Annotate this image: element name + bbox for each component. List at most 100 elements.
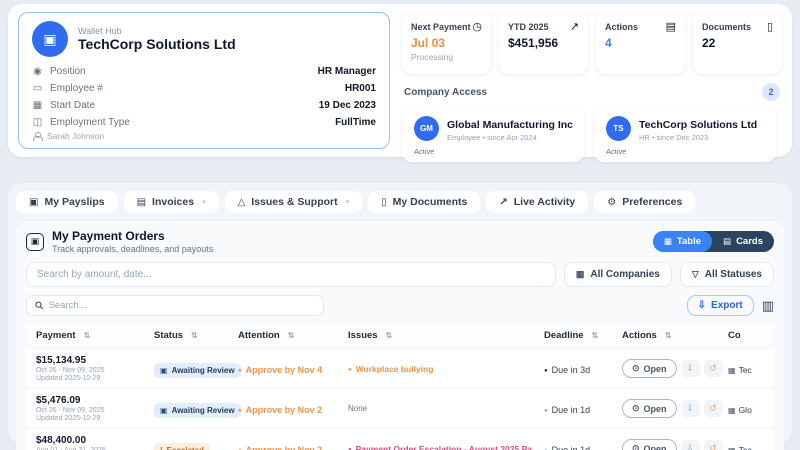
download-row-button[interactable]: ⇩ <box>681 440 700 450</box>
company-avatar: TS <box>606 116 631 141</box>
column-header: Co <box>728 330 764 341</box>
issue-text: Payment Order Escalation - August 2025 P… <box>348 444 544 450</box>
stats-row: Next Payment Jul 03 Processing YTD 2025 … <box>402 12 782 74</box>
attention-text: Approve by Nov 2 <box>238 445 322 450</box>
payment-orders-header: ▣ My Payment Orders Track approvals, dea… <box>26 229 774 254</box>
sort-icon[interactable]: ⇅ <box>386 331 393 340</box>
download-icon: ⇩ <box>686 363 694 374</box>
deadline-text: Due in 3d <box>544 365 590 375</box>
download-icon: ⇩ <box>686 403 694 414</box>
wallet-icon <box>29 197 38 208</box>
stat-label: Actions <box>605 22 638 32</box>
users-icon <box>32 117 43 128</box>
all-companies-filter[interactable]: ▦ All Companies <box>564 262 672 287</box>
table-body: $15,134.95 Oct 26 - Nov 09, 2025 Updated… <box>26 350 774 450</box>
tab-label: My Documents <box>393 196 468 208</box>
sort-icon[interactable]: ⇅ <box>288 331 295 340</box>
cards-view-button[interactable]: ▤ Cards <box>712 231 774 252</box>
table-icon: ▦ <box>664 236 672 247</box>
payment-amount: $5,476.09 <box>36 395 154 406</box>
field-value: FullTime <box>335 117 376 128</box>
sort-icon[interactable]: ⇅ <box>84 331 91 340</box>
payment-amount: $48,400.00 <box>36 435 154 446</box>
company-count-badge: 2 <box>762 83 780 101</box>
table-row[interactable]: $15,134.95 Oct 26 - Nov 09, 2025 Updated… <box>26 350 774 387</box>
column-header: Attention ⇅ <box>238 330 348 341</box>
sort-icon[interactable]: ⇅ <box>191 331 198 340</box>
building-icon: ▦ <box>576 269 585 280</box>
sort-icon[interactable]: ⇅ <box>592 331 599 340</box>
table-row[interactable]: $5,476.09 Oct 26 - Nov 09, 2025 Updated … <box>26 390 774 427</box>
field-label: Employment Type <box>50 117 130 128</box>
column-header: Actions ⇅ <box>622 330 728 341</box>
retry-button[interactable]: ↺ <box>704 400 723 417</box>
stat-label: Documents <box>702 22 751 32</box>
page: Wallet Hub TechCorp Solutions Ltd Positi… <box>0 0 800 450</box>
open-button[interactable]: ⊙ Open <box>622 359 677 378</box>
download-row-button[interactable]: ⇩ <box>681 360 700 377</box>
open-button[interactable]: ⊙ Open <box>622 439 677 450</box>
retry-button[interactable]: ↺ <box>704 440 723 450</box>
warning-icon <box>238 197 246 208</box>
table-header-row: Payment ⇅ Status ⇅ <box>26 324 774 347</box>
download-icon: ⇩ <box>686 443 694 450</box>
eye-icon: ⊙ <box>632 403 640 414</box>
tab-label: Live Activity <box>514 196 575 208</box>
status-badge: Escalated <box>154 443 210 450</box>
table-view-button[interactable]: ▦ Table <box>653 231 712 252</box>
company-chip[interactable]: GM Global Manufacturing Inc Employee • s… <box>402 107 584 162</box>
invoice-icon <box>137 197 146 208</box>
filter-row: ▦ All Companies ▽ All Statuses <box>26 262 774 287</box>
company-chip[interactable]: TS TechCorp Solutions Ltd HR • since Dec… <box>594 107 776 162</box>
table-row[interactable]: $48,400.00 Aug 01 - Aug 31, 2025 Updated… <box>26 430 774 450</box>
all-statuses-filter[interactable]: ▽ All Statuses <box>680 262 774 287</box>
stat-card[interactable]: Actions 4 <box>596 12 685 74</box>
section-title: My Payment Orders <box>52 229 213 243</box>
export-button[interactable]: ⇩ Export <box>687 295 754 316</box>
activity-icon <box>499 197 507 208</box>
filter-icon: ▽ <box>692 269 699 280</box>
stat-card[interactable]: Next Payment Jul 03 Processing <box>402 12 491 74</box>
profile-field-row: Position HR Manager <box>32 63 376 80</box>
amount-date-search-input[interactable] <box>26 262 556 287</box>
payment-period: Oct 26 - Nov 09, 2025 <box>36 407 154 414</box>
tab[interactable]: Live Activity <box>486 191 588 213</box>
field-value: 19 Dec 2023 <box>319 100 376 111</box>
columns-icon[interactable]: ▥ <box>762 298 774 314</box>
eye-icon: ⊙ <box>632 363 640 374</box>
undo-icon: ↺ <box>709 363 717 374</box>
stat-value: 22 <box>702 36 773 50</box>
user-name: Sarah Johnson <box>47 131 104 141</box>
stat-value: Jul 03 <box>411 36 482 50</box>
company-avatar: GM <box>414 116 439 141</box>
profile-titles: Wallet Hub TechCorp Solutions Ltd <box>78 26 236 52</box>
chevron-down-icon: ▾ <box>202 198 206 206</box>
sort-icon[interactable]: ⇅ <box>665 331 672 340</box>
tab-label: Issues & Support <box>251 196 337 208</box>
company-chip-name: Global Manufacturing Inc <box>447 119 573 131</box>
row-company: Tec <box>728 365 752 375</box>
field-value: HR001 <box>345 83 376 94</box>
profile-footer: Sarah Johnson <box>32 131 376 141</box>
column-header: Deadline ⇅ <box>544 330 622 341</box>
table-search-input[interactable] <box>49 300 315 311</box>
overview-right-column: Next Payment Jul 03 Processing YTD 2025 … <box>402 12 782 149</box>
issue-text: Workplace bullying <box>348 364 544 374</box>
table-search[interactable] <box>26 295 324 316</box>
tab[interactable]: My Payslips <box>16 191 118 213</box>
eye-icon: ⊙ <box>632 443 640 450</box>
stat-card[interactable]: YTD 2025 $451,956 <box>499 12 588 74</box>
document-icon <box>381 197 387 208</box>
open-button[interactable]: ⊙ Open <box>622 399 677 418</box>
payment-orders-card: ▣ My Payment Orders Track approvals, dea… <box>16 221 784 450</box>
tab-label: Invoices <box>152 196 194 208</box>
download-row-button[interactable]: ⇩ <box>681 400 700 417</box>
retry-button[interactable]: ↺ <box>704 360 723 377</box>
company-chip-name: TechCorp Solutions Ltd <box>639 119 757 131</box>
tab[interactable]: Preferences <box>594 191 695 213</box>
tab[interactable]: Issues & Support ▾ <box>225 191 363 213</box>
stat-card[interactable]: Documents 22 <box>693 12 782 74</box>
tab[interactable]: Invoices ▾ <box>124 191 219 213</box>
tab[interactable]: My Documents <box>368 191 480 213</box>
issue-text: None <box>348 404 544 413</box>
